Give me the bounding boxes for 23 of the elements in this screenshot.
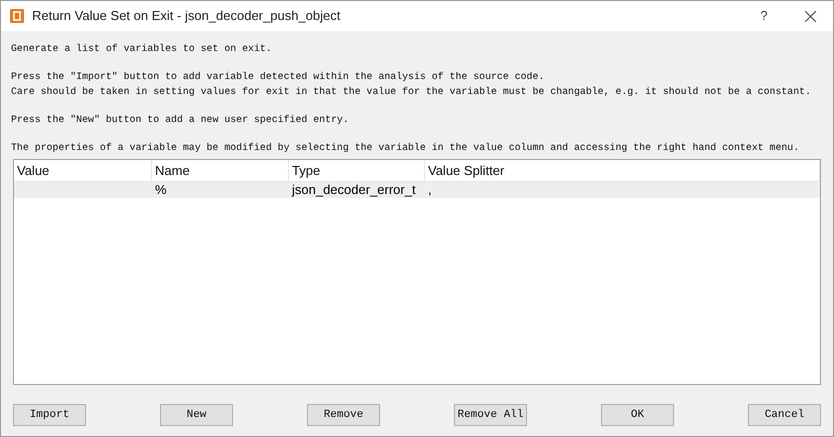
dialog-button[interactable]: New (160, 404, 233, 426)
app-icon (10, 9, 24, 23)
table-row[interactable]: % json_decoder_error_t , (14, 182, 820, 198)
dialog-button[interactable]: OK (601, 404, 674, 426)
dialog-button[interactable]: Cancel (748, 404, 821, 426)
dialog-button[interactable]: Remove (307, 404, 380, 426)
table-cell-text: json_decoder_error_t (290, 182, 417, 198)
window-title: Return Value Set on Exit - json_decoder_push_object (32, 7, 340, 26)
column-header[interactable]: Value (14, 160, 152, 181)
dialog-button[interactable]: Remove All (454, 404, 527, 426)
instruction-text: Generate a list of variables to set on exit. (11, 42, 273, 56)
dialog-button[interactable]: Import (13, 404, 86, 426)
table-cell-text: % (154, 182, 168, 198)
column-header[interactable]: Type (289, 160, 425, 181)
instruction-text: Press the "New" button to add a new user specified entry. (11, 113, 350, 127)
table-cell-text: , (427, 182, 433, 198)
instruction-text: The properties of a variable may be modified by selecting the variable in the value column and accessing the right hand context menu. (11, 141, 800, 155)
close-icon (804, 10, 816, 22)
instruction-text: Press the "Import" button to add variable detected within the analysis of the source code. (11, 70, 546, 84)
column-header[interactable]: Value Splitter (425, 160, 820, 181)
help-button[interactable]: ? (741, 1, 787, 31)
instruction-text: Care should be taken in setting values for exit in that the value for the variable must be changable, e.g. it should not be a constant. (11, 85, 812, 99)
column-header[interactable]: Name (152, 160, 289, 181)
